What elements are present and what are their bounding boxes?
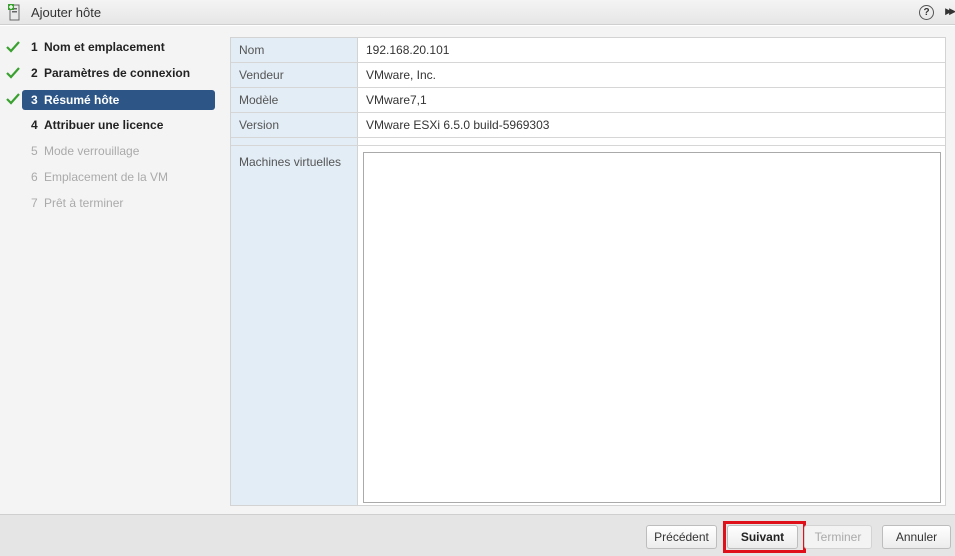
- dialog-title: Ajouter hôte: [31, 5, 102, 20]
- finish-button: Terminer: [804, 525, 872, 549]
- step-emplacement-de-la-vm: 6 Emplacement de la VM: [31, 170, 169, 184]
- row-value: 192.168.20.101: [366, 43, 450, 57]
- summary-row-modele: Modèle VMware7,1: [231, 88, 945, 113]
- step-mode-verrouillage: 5 Mode verrouillage: [31, 144, 140, 158]
- row-value: VMware ESXi 6.5.0 build-5969303: [366, 118, 550, 132]
- summary-row-vendeur: Vendeur VMware, Inc.: [231, 63, 945, 88]
- step-pret-a-terminer: 7 Prêt à terminer: [31, 196, 124, 210]
- step-resume-hote[interactable]: 3 Résumé hôte: [22, 90, 215, 110]
- summary-row-nom: Nom 192.168.20.101: [231, 38, 945, 63]
- virtual-machines-label: Machines virtuelles: [239, 155, 342, 169]
- dialog-titlebar: Ajouter hôte ? ▶▶: [0, 0, 955, 25]
- host-summary-content: Nom 192.168.20.101 Vendeur VMware, Inc. …: [220, 26, 955, 514]
- cancel-button[interactable]: Annuler: [882, 525, 951, 549]
- step-label: Emplacement de la VM: [44, 170, 169, 184]
- wizard-steps-sidebar: 1 Nom et emplacement 2 Paramètres de conne…: [0, 26, 220, 514]
- summary-row-version: Version VMware ESXi 6.5.0 build-5969303: [231, 113, 945, 138]
- step-label: Résumé hôte: [44, 93, 120, 107]
- virtual-machines-list[interactable]: [363, 152, 941, 503]
- step-label: Mode verrouillage: [44, 144, 140, 158]
- check-icon: [6, 67, 20, 79]
- step-nom-et-emplacement[interactable]: 1 Nom et emplacement: [22, 37, 215, 57]
- step-parametres-de-connexion[interactable]: 2 Paramètres de connexion: [22, 63, 215, 83]
- host-summary-panel: Nom 192.168.20.101 Vendeur VMware, Inc. …: [230, 37, 946, 506]
- step-label: Prêt à terminer: [44, 196, 124, 210]
- next-button[interactable]: Suivant: [727, 525, 798, 549]
- check-icon: [6, 93, 20, 105]
- expand-icon[interactable]: ▶▶: [945, 6, 955, 17]
- back-button[interactable]: Précédent: [646, 525, 717, 549]
- dialog-footer: Précédent Suivant Terminer Annuler: [0, 514, 955, 556]
- step-attribuer-une-licence[interactable]: 4 Attribuer une licence: [22, 115, 215, 135]
- help-icon[interactable]: ?: [919, 5, 934, 20]
- check-icon: [6, 41, 20, 53]
- row-label: Nom: [239, 43, 265, 57]
- row-label: Modèle: [239, 93, 279, 107]
- row-value: VMware, Inc.: [366, 68, 437, 82]
- add-host-icon: [8, 4, 20, 21]
- row-label: Version: [239, 118, 280, 132]
- step-label: Attribuer une licence: [44, 118, 164, 132]
- row-separator: [231, 138, 945, 146]
- step-label: Nom et emplacement: [44, 40, 165, 54]
- row-label: Vendeur: [239, 68, 284, 82]
- row-value: VMware7,1: [366, 93, 427, 107]
- step-label: Paramètres de connexion: [44, 66, 191, 80]
